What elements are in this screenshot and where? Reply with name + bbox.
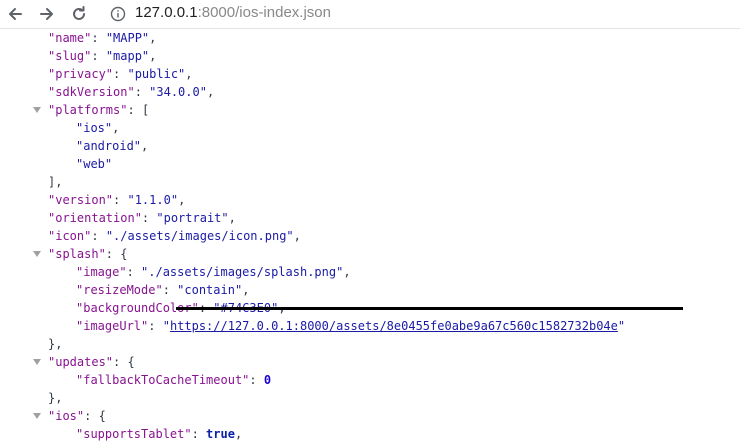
json-value: "portrait" [156, 211, 229, 225]
json-value: "./assets/images/splash.png" [141, 265, 344, 279]
json-key: "updates" [48, 355, 114, 369]
disclosure-triangle-icon[interactable] [33, 359, 41, 365]
back-arrow-icon [9, 8, 22, 20]
json-key: "fallbackToCacheTimeout" [76, 373, 250, 387]
json-object-close: }, [48, 337, 63, 351]
json-line-splash: "splash": { [48, 247, 128, 261]
back-button[interactable] [4, 3, 26, 25]
json-key: "sdkVersion" [48, 85, 135, 99]
annotation-underline [176, 307, 683, 310]
json-value: "./assets/images/icon.png" [105, 229, 294, 243]
json-object-close: }, [48, 391, 63, 405]
json-value: "34.0.0" [149, 85, 207, 99]
url-path: :8000/ios-index.json [197, 4, 331, 21]
json-line-fallback: "fallbackToCacheTimeout": 0 [76, 373, 272, 387]
json-key: "ios" [48, 409, 85, 423]
browser-toolbar: 127.0.0.1:8000/ios-index.json [0, 0, 740, 29]
json-value: 0 [263, 373, 272, 387]
json-line-updates: "updates": { [48, 355, 135, 369]
json-key: "name" [48, 31, 92, 45]
json-value: "contain" [177, 283, 243, 297]
json-line-resizemode: "resizeMode": "contain", [76, 283, 250, 297]
json-value: "public" [127, 67, 186, 81]
site-info-button[interactable] [110, 6, 126, 22]
json-array-close: ], [48, 175, 63, 189]
json-key: "imageUrl" [76, 319, 149, 333]
info-icon [110, 6, 126, 22]
json-line-slug: "slug": "mapp", [48, 49, 157, 63]
json-key: "orientation" [48, 211, 142, 225]
json-value: true [206, 427, 235, 441]
json-array-item: "android", [76, 139, 149, 153]
reload-icon [73, 6, 85, 20]
json-key: "privacy" [48, 67, 114, 81]
json-key: "slug" [48, 49, 92, 63]
address-bar[interactable]: 127.0.0.1:8000/ios-index.json [135, 4, 331, 21]
reload-button[interactable] [68, 3, 90, 25]
json-viewer: "name": "MAPP", "slug": "mapp", "privacy… [0, 29, 740, 443]
json-key: "version" [48, 193, 114, 207]
json-value: "mapp" [105, 49, 150, 63]
json-line-privacy: "privacy": "public", [48, 67, 193, 81]
url-host: 127.0.0.1 [135, 4, 198, 21]
json-line-name: "name": "MAPP", [48, 31, 157, 45]
json-array-item: "web" [76, 157, 113, 171]
json-key: "resizeMode" [76, 283, 163, 297]
json-key: "icon" [48, 229, 92, 243]
json-key: "splash" [48, 247, 106, 261]
json-line-version: "version": "1.1.0", [48, 193, 186, 207]
json-line-sdkversion: "sdkVersion": "34.0.0", [48, 85, 215, 99]
json-key: "platforms" [48, 103, 128, 117]
json-line-imageurl: "imageUrl": "https://127.0.0.1:8000/asse… [76, 319, 626, 333]
json-value: "1.1.0" [127, 193, 179, 207]
json-line-ios: "ios": { [48, 409, 106, 423]
imageurl-link[interactable]: https://127.0.0.1:8000/assets/8e0455fe0a… [170, 319, 618, 333]
json-key: "supportsTablet" [76, 427, 192, 441]
disclosure-triangle-icon[interactable] [33, 413, 41, 419]
json-line-supportstablet: "supportsTablet": true, [76, 427, 243, 441]
json-line-platforms: "platforms": [ [48, 103, 150, 117]
disclosure-triangle-icon[interactable] [33, 251, 41, 257]
forward-arrow-icon [40, 8, 53, 20]
json-line-orientation: "orientation": "portrait", [48, 211, 236, 225]
json-line-icon: "icon": "./assets/images/icon.png", [48, 229, 301, 243]
forward-button[interactable] [36, 3, 58, 25]
json-array-item: "ios", [76, 121, 120, 135]
json-key: "image" [76, 265, 127, 279]
json-line-splash-image: "image": "./assets/images/splash.png", [76, 265, 351, 279]
json-value: "MAPP" [105, 31, 150, 45]
disclosure-triangle-icon[interactable] [33, 107, 41, 113]
